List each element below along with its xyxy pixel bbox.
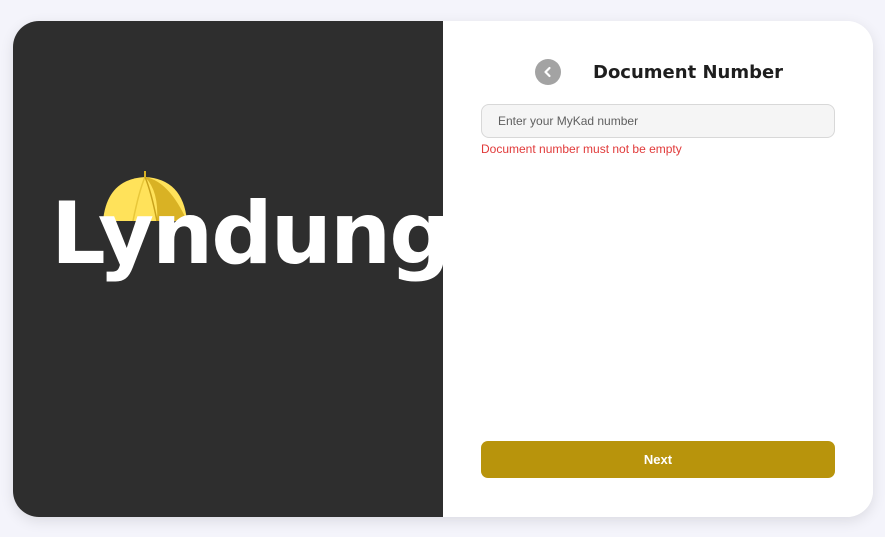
brand-name: Lyndung [51, 184, 451, 284]
chevron-left-icon [544, 66, 551, 78]
back-button[interactable] [535, 59, 561, 85]
brand-panel: Lyndung [13, 21, 451, 517]
error-message: Document number must not be empty [481, 142, 682, 156]
next-button[interactable]: Next [481, 441, 835, 478]
document-number-input[interactable] [481, 104, 835, 138]
brand-logo: Lyndung [51, 171, 451, 301]
signup-card: Lyndung Document Number Document number … [13, 21, 873, 517]
form-header: Document Number [535, 59, 795, 85]
page-title: Document Number [593, 61, 784, 83]
form-panel: Document Number Document number must not… [443, 21, 873, 517]
